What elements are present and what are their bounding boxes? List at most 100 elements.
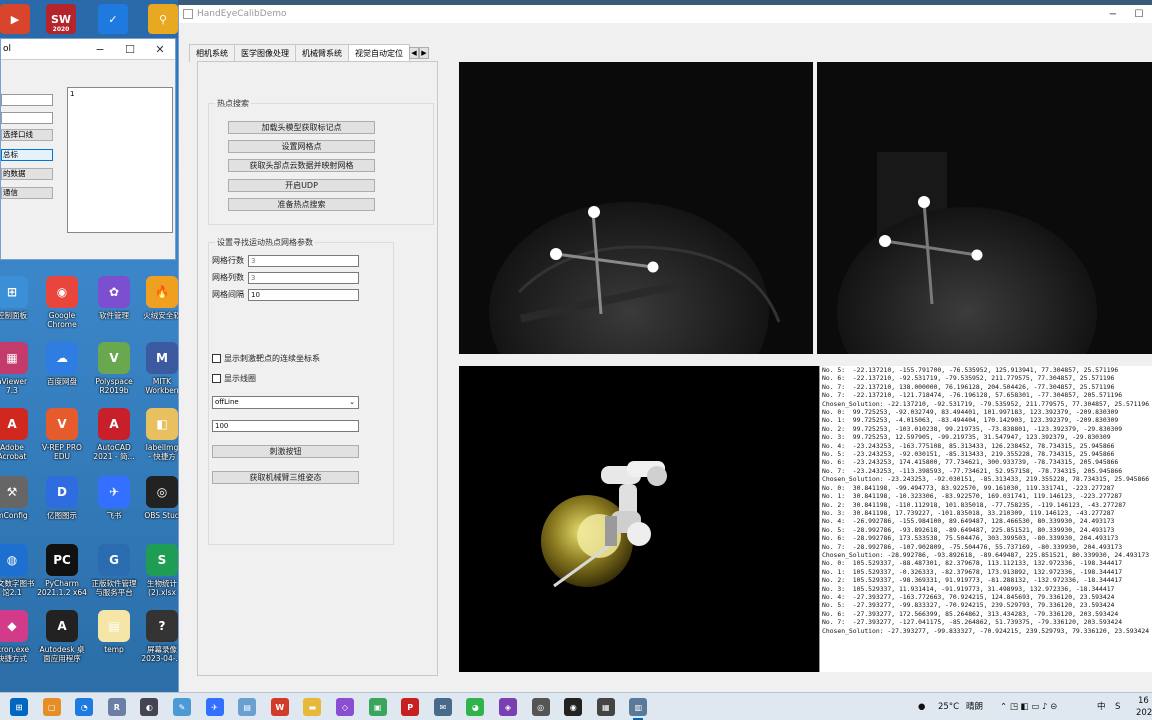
log-line: No. 4: -26.992786, -155.984100, 89.64948… bbox=[822, 517, 1115, 526]
obs-shortcut[interactable]: ◎ OBS Stud bbox=[134, 476, 178, 520]
set-grid-points-button[interactable]: 设置网格点 bbox=[228, 140, 375, 153]
paint-icon[interactable]: ✎ bbox=[173, 698, 191, 716]
chat-icon[interactable]: ▣ bbox=[368, 698, 387, 716]
tray-icons[interactable]: ⌃ ◳ ◧ ▭ ♪ ⊝ bbox=[1000, 693, 1057, 720]
maximize-icon[interactable]: ☐ bbox=[115, 43, 145, 56]
desktop-icon-label: Autodesk 桌 面应用程序 bbox=[39, 645, 85, 663]
wechat-icon[interactable]: ◕ bbox=[466, 698, 485, 716]
shield-icon[interactable]: ✓ bbox=[98, 4, 128, 34]
ime-indicator[interactable]: 中 bbox=[1097, 693, 1106, 720]
wps-icon[interactable]: W bbox=[270, 698, 289, 716]
mitk-shortcut[interactable]: M MITK Workben bbox=[134, 342, 178, 395]
vs-code-icon[interactable]: ◈ bbox=[499, 698, 517, 716]
minimize-icon[interactable]: − bbox=[85, 43, 115, 56]
start-udp-button[interactable]: 开启UDP bbox=[228, 179, 375, 192]
stimulate-button[interactable]: 刺激按钮 bbox=[212, 445, 359, 458]
dialog-text-area[interactable]: 1 bbox=[67, 87, 173, 233]
log-line: No. 4: -23.243253, -163.775108, 85.31343… bbox=[822, 441, 1115, 450]
baidu-netdisk-shortcut[interactable]: ☁ 百度网盘 bbox=[34, 342, 90, 386]
load-head-model-button[interactable]: 加载头模型获取标记点 bbox=[228, 121, 375, 134]
excel-file-shortcut[interactable]: S 生物统计 (2).xlsx bbox=[134, 544, 178, 597]
visual-studio-icon[interactable]: ◇ bbox=[336, 698, 354, 716]
obs-icon: ◎ bbox=[146, 476, 178, 508]
search-icon[interactable]: ⚲ bbox=[148, 4, 178, 34]
value-input[interactable]: 100 bbox=[212, 420, 359, 432]
yitu-shortcut[interactable]: D 亿图图示 bbox=[34, 476, 90, 520]
get-arm-pose-button[interactable]: 获取机械臂三维姿态 bbox=[212, 471, 359, 484]
mode-select[interactable]: offLine ⌄ bbox=[212, 396, 359, 409]
checkbox-box[interactable] bbox=[212, 354, 221, 363]
ime-mode-icon[interactable]: S bbox=[1115, 693, 1120, 720]
solidworks-icon[interactable]: SW 2020 bbox=[46, 4, 76, 34]
pycharm-shortcut[interactable]: PC PyCharm 2021.1.2 x64 bbox=[34, 544, 90, 597]
notes-icon[interactable]: ▤ bbox=[238, 698, 257, 716]
icon-sublabel: 2020 bbox=[52, 26, 70, 33]
top-app-icons: ▶ SW 2020 ✓ ⚲ bbox=[0, 0, 178, 38]
autodesk-app-shortcut[interactable]: A Autodesk 桌 面应用程序 bbox=[34, 610, 90, 663]
steam-icon[interactable]: ◎ bbox=[531, 698, 550, 716]
labelimg-shortcut[interactable]: ◧ labelImg - 快捷方 bbox=[134, 408, 178, 461]
desktop-icon-label: 生物统计 (2).xlsx bbox=[147, 579, 177, 597]
google-chrome-icon: ◉ bbox=[46, 276, 78, 308]
dialog-button-2[interactable]: 总标 bbox=[1, 149, 53, 161]
message-icon[interactable]: ✉ bbox=[433, 698, 452, 716]
pdf-icon[interactable]: P bbox=[401, 698, 420, 716]
media-icon[interactable]: ▶ bbox=[0, 4, 30, 34]
weather-text[interactable]: 晴朗 bbox=[966, 693, 983, 720]
tab-medical-image[interactable]: 医学图像处理 bbox=[234, 44, 296, 62]
recording-shortcut[interactable]: ? 屏幕录像 2023-04-... bbox=[134, 610, 178, 663]
log-line: Chosen_Solution: -22.137210, -92.531719,… bbox=[822, 399, 1150, 408]
minimize-icon[interactable]: − bbox=[1100, 9, 1126, 20]
browser-icon[interactable]: ◐ bbox=[140, 698, 159, 716]
small-dialog-window[interactable]: ol − ☐ ✕ 选择口线 总标 的数据 通信 1 bbox=[0, 38, 176, 260]
checkbox-box[interactable] bbox=[212, 374, 221, 383]
obs-task-icon[interactable]: ◉ bbox=[564, 698, 583, 716]
close-icon[interactable]: ✕ bbox=[145, 43, 175, 56]
dialog-input-1[interactable] bbox=[1, 94, 53, 106]
micronexe-icon: ◆ bbox=[0, 610, 28, 642]
vrep-shortcut[interactable]: V V-REP PRO EDU bbox=[34, 408, 90, 461]
grid-rows-input[interactable]: 3 bbox=[248, 255, 359, 267]
show-coordinate-checkbox[interactable]: 显示刺激靶点的连续坐标系 bbox=[212, 353, 320, 364]
dialog-button-3[interactable]: 的数据 bbox=[1, 168, 53, 180]
tab-camera-system[interactable]: 相机系统 bbox=[189, 44, 235, 62]
grid-interval-input[interactable]: 10 bbox=[248, 289, 359, 301]
grid-cols-input[interactable]: 3 bbox=[248, 272, 359, 284]
get-pointcloud-button[interactable]: 获取头部点云数据并映射网格 bbox=[228, 159, 375, 172]
desktop-icon-label: 屏幕录像 2023-04-... bbox=[141, 645, 178, 663]
main-window-titlebar[interactable]: HandEyeCalibDemo − ☐ bbox=[179, 5, 1152, 23]
log-line: No. 7: -23.243253, -113.398593, -77.7346… bbox=[822, 466, 1123, 475]
tab-scroll-left-icon[interactable]: ◀ bbox=[409, 47, 419, 59]
dialog-button-4[interactable]: 通信 bbox=[1, 187, 53, 199]
huorong-shortcut[interactable]: 🔥 火绒安全软 bbox=[134, 276, 178, 320]
prepare-hotspot-search-button[interactable]: 准备热点搜索 bbox=[228, 198, 375, 211]
dialog-button-1[interactable]: 选择口线 bbox=[1, 129, 53, 141]
small-dialog-titlebar[interactable]: ol − ☐ ✕ bbox=[1, 39, 175, 59]
weather-icon[interactable]: ● bbox=[918, 693, 925, 720]
search-app-icon[interactable]: ◔ bbox=[75, 698, 94, 716]
tab-bar: 相机系统 医学图像处理 机械臂系统 视觉自动定位 ◀ ▶ bbox=[189, 44, 429, 63]
google-chrome-shortcut[interactable]: ◉ Google Chrome bbox=[34, 276, 90, 329]
yitu-icon: D bbox=[46, 476, 78, 508]
windows-start-icon[interactable]: ⊞ bbox=[10, 698, 28, 716]
grid-interval-label: 网格间隔 bbox=[212, 290, 244, 299]
terminal-icon[interactable]: ▦ bbox=[596, 698, 615, 716]
dialog-input-2[interactable] bbox=[1, 112, 53, 124]
log-line: No. 3: 105.529337, 11.931414, -91.919773… bbox=[822, 584, 1115, 593]
file-manager-icon[interactable]: ▢ bbox=[42, 698, 61, 716]
demo-app-icon[interactable]: ▥ bbox=[629, 698, 648, 720]
3d-render-view[interactable] bbox=[459, 366, 819, 672]
left-camera-image bbox=[459, 62, 813, 354]
log-line: No. 6: -23.243253, 174.415800, 77.734621… bbox=[822, 458, 1119, 467]
tab-scroll-right-icon[interactable]: ▶ bbox=[419, 47, 429, 59]
solution-log[interactable]: No. 5: -22.137210, -155.791700, -76.5359… bbox=[819, 366, 1152, 672]
clock-date[interactable]: 202 bbox=[1136, 699, 1152, 720]
weather-temp[interactable]: 25°C bbox=[938, 693, 959, 720]
r-app-icon[interactable]: R bbox=[107, 698, 126, 716]
folder-icon[interactable]: ▬ bbox=[303, 698, 322, 716]
feishu-task-icon[interactable]: ✈ bbox=[205, 698, 224, 716]
maximize-icon[interactable]: ☐ bbox=[1126, 9, 1152, 20]
tab-robot-arm[interactable]: 机械臂系统 bbox=[295, 44, 349, 62]
chevron-down-icon[interactable]: ⌄ bbox=[349, 397, 355, 408]
show-coil-checkbox[interactable]: 显示线圈 bbox=[212, 373, 256, 384]
